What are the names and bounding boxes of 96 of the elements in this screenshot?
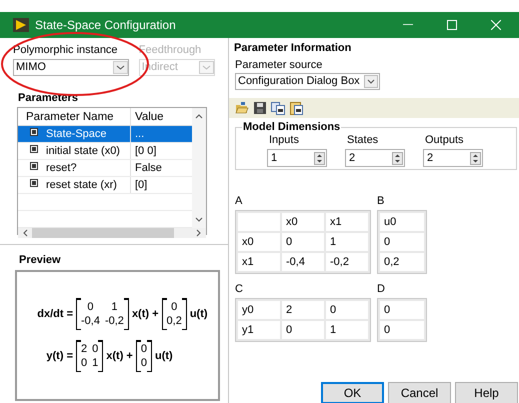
table-cell-text: reset? bbox=[46, 160, 77, 176]
dropdown-icon[interactable] bbox=[112, 60, 128, 74]
table-cell[interactable]: 0 bbox=[326, 301, 368, 319]
matrix-label: C bbox=[235, 282, 244, 296]
equation-text: y(t) = bbox=[45, 348, 73, 364]
table-cell[interactable]: 1 bbox=[326, 321, 368, 339]
scroll-down-icon[interactable] bbox=[195, 217, 203, 222]
matrix-entry: 0,2 bbox=[166, 314, 182, 328]
number-spinner[interactable]: 2 bbox=[345, 149, 405, 167]
matrix-label: B bbox=[377, 194, 386, 208]
dialog-button[interactable]: OK bbox=[321, 382, 384, 403]
matrix-label: A bbox=[235, 194, 244, 208]
table-row[interactable]: reset state (xr) [0] bbox=[18, 177, 192, 194]
field-label: Outputs bbox=[424, 134, 465, 147]
matrix-entry: -0,2 bbox=[104, 314, 124, 328]
equation-text: x(t) + bbox=[106, 348, 133, 364]
number-spinner[interactable]: 1 bbox=[267, 149, 327, 167]
number-spinner[interactable]: 2 bbox=[423, 149, 483, 167]
row-header: x1 bbox=[238, 253, 280, 271]
scroll-left-icon[interactable] bbox=[23, 229, 28, 237]
field-label: Feedthrough bbox=[138, 43, 202, 58]
table-cell[interactable]: 0 bbox=[380, 301, 424, 319]
table-cell[interactable]: 0 bbox=[282, 321, 324, 339]
matrix-entry: 1 bbox=[110, 300, 119, 314]
table-cell[interactable]: 0 bbox=[380, 233, 424, 251]
dialog-button[interactable]: Help bbox=[455, 382, 518, 403]
equation-text: dx/dt = bbox=[36, 306, 73, 322]
column-header[interactable]: Parameter Name bbox=[18, 108, 131, 125]
matrix-entry: 2 bbox=[81, 342, 88, 356]
horizontal-scrollbar[interactable] bbox=[18, 228, 206, 238]
equation-text: u(t) bbox=[190, 306, 208, 322]
table-cell-text: State-Space bbox=[46, 126, 107, 142]
table-cell-text: [0 0] bbox=[134, 144, 158, 159]
window-title: State-Space Configuration bbox=[35, 17, 176, 34]
table-cell-text: [0] bbox=[134, 178, 148, 193]
folder-icon[interactable] bbox=[235, 102, 249, 114]
dropdown-icon[interactable] bbox=[364, 75, 378, 88]
spin-arrows-icon[interactable] bbox=[392, 152, 403, 164]
table-row[interactable]: initial state (x0) [0 0] bbox=[18, 143, 192, 160]
scroll-thumb[interactable] bbox=[32, 228, 174, 238]
section-title: Preview bbox=[19, 253, 62, 268]
row-header: x0 bbox=[238, 233, 280, 251]
matrix-entry: 0 bbox=[81, 356, 88, 370]
dropdown[interactable]: MIMO bbox=[13, 58, 129, 76]
dialog-button[interactable]: Cancel bbox=[388, 382, 451, 403]
row-header: y1 bbox=[238, 321, 280, 339]
matrix-entry: 0 bbox=[170, 300, 178, 314]
section-title: Parameters bbox=[18, 90, 79, 106]
minimize-icon[interactable] bbox=[403, 24, 413, 26]
table-cell[interactable]: 1 bbox=[326, 233, 368, 251]
node-icon bbox=[30, 178, 38, 186]
close-icon[interactable] bbox=[491, 20, 501, 30]
parameter-source-dropdown[interactable]: Configuration Dialog Box bbox=[235, 73, 380, 90]
table-cell[interactable]: -0,2 bbox=[326, 253, 368, 271]
row-header: y0 bbox=[238, 301, 280, 319]
matrix-label: D bbox=[377, 282, 386, 296]
field-label: Polymorphic instance bbox=[13, 43, 119, 58]
field-label: Inputs bbox=[268, 134, 300, 147]
maximize-icon[interactable] bbox=[447, 20, 457, 30]
matrix-entry: 0 bbox=[140, 356, 147, 370]
spin-arrows-icon[interactable] bbox=[314, 152, 325, 164]
equation-text: u(t) bbox=[154, 348, 173, 364]
play-icon bbox=[13, 18, 29, 32]
column-header[interactable]: Value bbox=[131, 108, 192, 125]
spin-arrows-icon[interactable] bbox=[470, 152, 481, 164]
copy-icon[interactable] bbox=[271, 102, 285, 114]
matrix-entry: 1 bbox=[92, 356, 98, 370]
matrix-entry: 0 bbox=[92, 342, 98, 356]
scroll-up-icon[interactable] bbox=[195, 114, 203, 119]
column-header: x0 bbox=[282, 213, 324, 231]
table-cell-text: False bbox=[134, 161, 163, 176]
field-label: States bbox=[346, 134, 380, 147]
table-cell[interactable]: 0 bbox=[282, 233, 324, 251]
table-row[interactable]: reset? False bbox=[18, 160, 192, 177]
table-cell[interactable]: 2 bbox=[282, 301, 324, 319]
node-icon bbox=[30, 128, 38, 136]
table-cell[interactable]: -0,4 bbox=[282, 253, 324, 271]
column-header: x1 bbox=[326, 213, 368, 231]
table-cell-text: ... bbox=[134, 127, 146, 142]
matrix-entry: 0 bbox=[86, 300, 95, 314]
equation-text: x(t) + bbox=[132, 306, 159, 322]
node-icon bbox=[30, 144, 38, 152]
paste-icon[interactable] bbox=[290, 101, 303, 115]
column-header: u0 bbox=[380, 213, 424, 231]
table-cell-text: reset state (xr) bbox=[46, 178, 117, 193]
matrix-entry: 0 bbox=[140, 342, 147, 356]
field-label: Parameter source bbox=[235, 58, 324, 72]
vertical-scrollbar[interactable] bbox=[192, 108, 206, 228]
matrix-entry: -0,4 bbox=[81, 314, 100, 328]
node-icon bbox=[30, 162, 38, 170]
section-title: Parameter Information bbox=[234, 41, 352, 56]
scroll-right-icon[interactable] bbox=[196, 229, 201, 237]
table-cell[interactable]: 0,2 bbox=[380, 253, 424, 271]
table-cell-text: initial state (x0) bbox=[46, 144, 120, 159]
table-cell[interactable]: 0 bbox=[380, 321, 424, 339]
table-row[interactable]: State-Space ... bbox=[18, 126, 192, 143]
